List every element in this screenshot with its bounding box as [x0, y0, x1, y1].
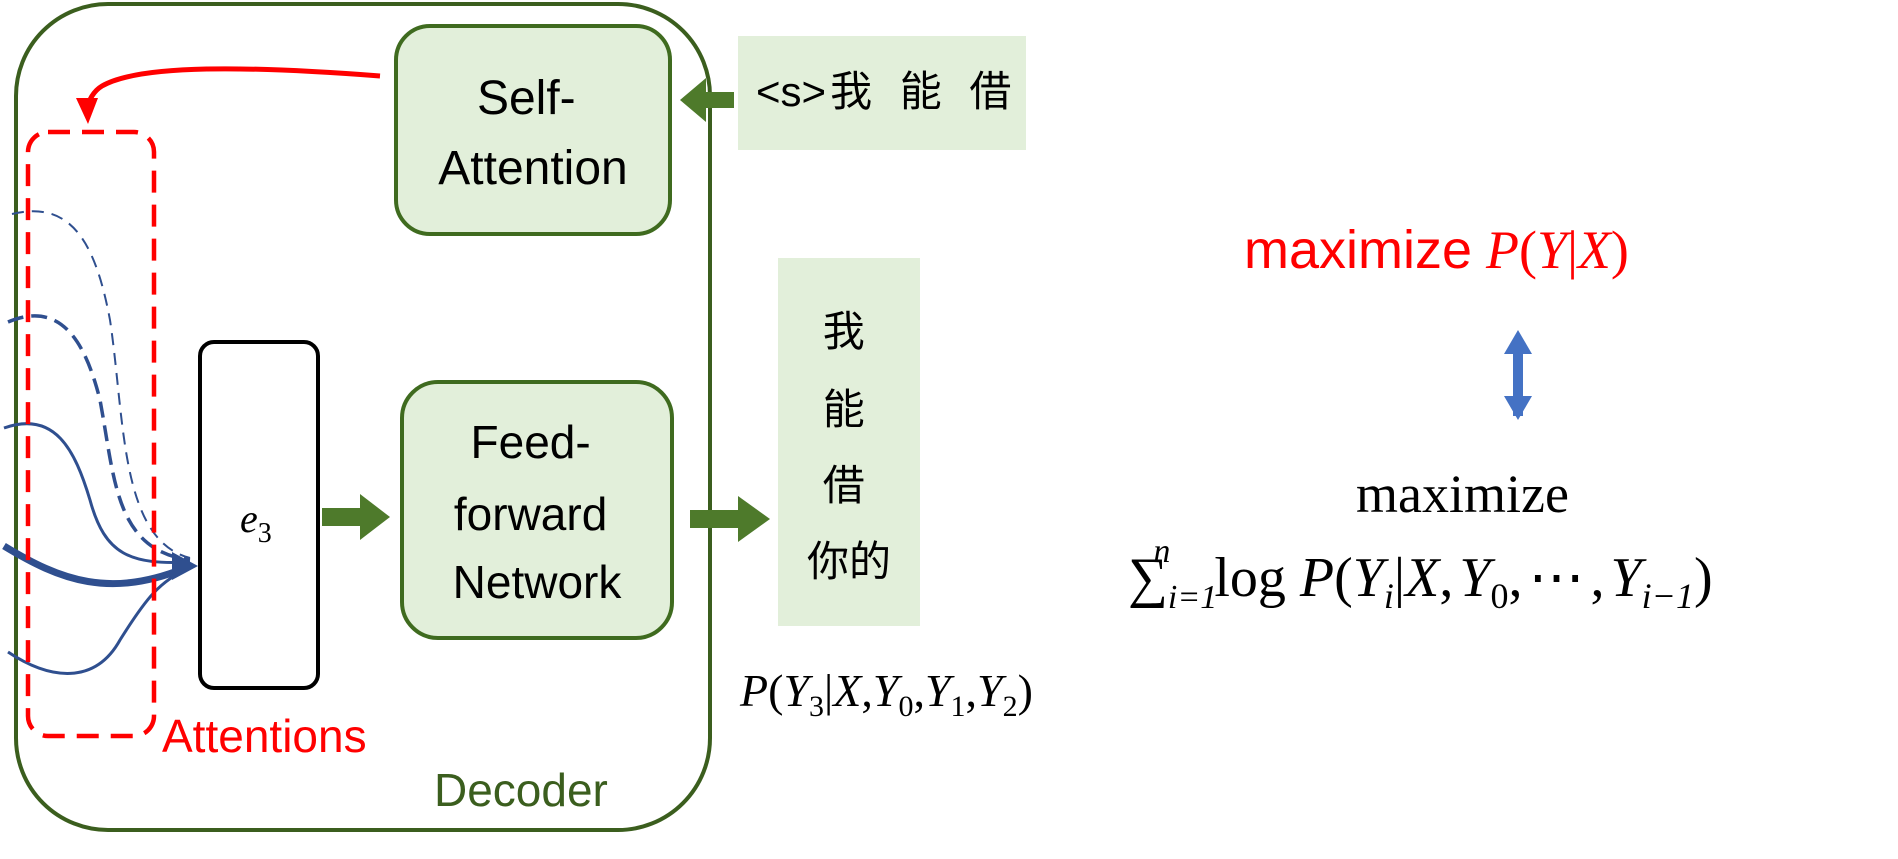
double-arrow-icon — [1504, 330, 1532, 420]
sum-expression: ∑i=1n log P(Yi|X, Y0, ⋯, Yi−1) — [1128, 533, 1713, 616]
output-token: 借 — [823, 464, 865, 510]
output-token: 能 — [823, 388, 865, 434]
decoder-output-arrow — [690, 496, 770, 542]
attention-curve-1 — [11, 210, 191, 559]
sum-word: maximize — [1356, 464, 1569, 524]
red-curved-arrow — [83, 66, 381, 113]
output-token: 我 — [823, 310, 865, 356]
input-tokens-text: <s>我 能 借 — [756, 68, 1019, 115]
conditional-probability: P(Y3|X,Y0,Y1,Y2) — [739, 665, 1033, 723]
feed-forward-label: Feed- forward Network — [453, 416, 623, 608]
attentions-region — [25, 129, 157, 739]
red-arrowhead-icon — [76, 98, 98, 124]
attention-curve-3 — [3, 422, 191, 564]
objective-expression: maximize P(Y|X) — [1244, 220, 1629, 280]
decoder-diagram: Decoder Self- Attention Feed- forward Ne… — [2, 2, 1713, 832]
decoder-label: Decoder — [434, 764, 608, 816]
input-arrow — [680, 78, 734, 122]
self-attention-box — [394, 24, 672, 236]
output-token: 你的 — [807, 540, 891, 586]
attentions-label: Attentions — [162, 710, 367, 762]
attention-curves — [2, 210, 198, 675]
embedding-to-ffn-arrow — [322, 494, 390, 540]
embedding-box — [198, 340, 320, 690]
